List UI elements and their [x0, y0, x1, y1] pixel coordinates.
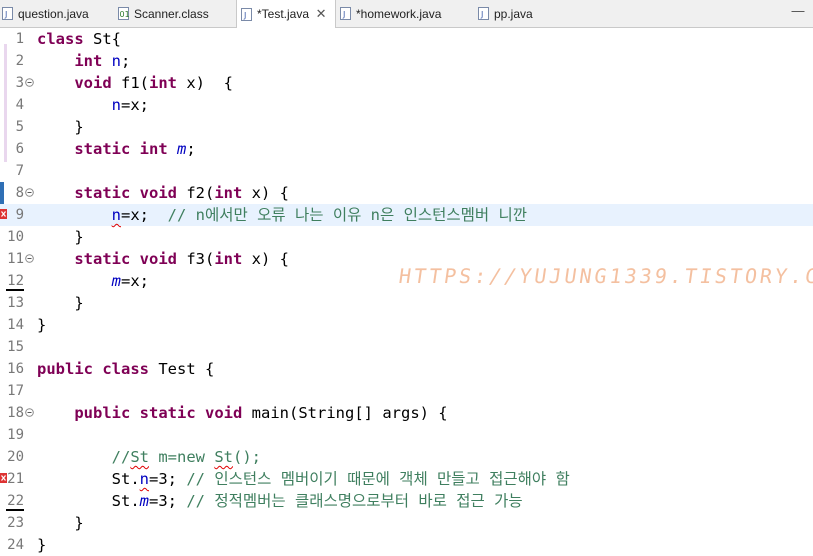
code-line-10: 10 } — [0, 226, 813, 248]
code-line-5: 5 } — [0, 116, 813, 138]
java-file-icon: J — [340, 7, 352, 20]
line-number: 7 — [15, 163, 24, 179]
svg-text:01: 01 — [120, 10, 130, 19]
tab-test-java[interactable]: J *Test.java ✕ — [236, 0, 336, 28]
class-file-icon: 01 — [118, 7, 130, 20]
code-line-22: 22 St.m=3; // 정적멤버는 클래스명으로부터 바로 접근 가능 — [0, 490, 813, 512]
tab-label: *Test.java — [257, 7, 310, 21]
code-line-16: 16 public class Test { — [0, 358, 813, 380]
code-line-19: 19 — [0, 424, 813, 446]
code-line-7: 7 — [0, 160, 813, 182]
fold-collapse-icon[interactable] — [25, 188, 34, 197]
line-number: 5 — [15, 119, 24, 135]
fold-collapse-icon[interactable] — [25, 78, 34, 87]
tab-label: Scanner.class — [134, 6, 209, 21]
code-editor[interactable]: 1 class St{ 2 int n; 3 void f1(int x) { … — [0, 28, 813, 556]
tab-homework-java[interactable]: J *homework.java — [340, 0, 470, 27]
svg-text:J: J — [4, 10, 7, 19]
line-number: 18 — [7, 405, 24, 421]
code-line-24: 24 } — [0, 534, 813, 556]
line-number-marker — [6, 509, 24, 511]
line-number: 19 — [7, 427, 24, 443]
code-line-21: 21 St.n=3; // 인스턴스 멤버이기 때문에 객체 만들고 접근해야 … — [0, 468, 813, 490]
line-number: 15 — [7, 339, 24, 355]
tab-label: *homework.java — [356, 6, 442, 21]
java-file-icon: J — [241, 7, 253, 21]
watermark-url: HTTPS://YUJUNG1339.TISTORY.COM/ — [397, 264, 813, 288]
svg-text:J: J — [342, 10, 345, 19]
line-number: 20 — [7, 449, 24, 465]
tab-scanner-class[interactable]: 01 Scanner.class — [118, 0, 230, 27]
java-file-icon: J — [2, 7, 14, 20]
line-number: 6 — [15, 141, 24, 157]
svg-text:J: J — [243, 11, 246, 20]
line-number: 10 — [7, 229, 24, 245]
code-line-6: 6 static int m; — [0, 138, 813, 160]
line-number: 3 — [15, 75, 24, 91]
code-line-2: 2 int n; — [0, 50, 813, 72]
line-number: 21 — [7, 471, 24, 487]
tab-label: pp.java — [494, 6, 533, 21]
line-number: 14 — [7, 317, 24, 333]
line-number: 4 — [15, 97, 24, 113]
editor-tab-bar: J question.java 01 Scanner.class J *Test… — [0, 0, 813, 28]
code-line-17: 17 — [0, 380, 813, 402]
java-file-icon: J — [478, 7, 490, 20]
tab-pp-java[interactable]: J pp.java — [478, 0, 558, 27]
code-line-20: 20 //St m=new St(); — [0, 446, 813, 468]
code-line-8: 8 static void f2(int x) { — [0, 182, 813, 204]
close-icon[interactable]: ✕ — [315, 6, 327, 22]
code-line-1: 1 class St{ — [0, 28, 813, 50]
code-line-14: 14 } — [0, 314, 813, 336]
code-line-3: 3 void f1(int x) { — [0, 72, 813, 94]
tab-label: question.java — [18, 6, 89, 21]
line-number: 2 — [15, 53, 24, 69]
line-number-marker — [6, 289, 24, 291]
line-number: 8 — [15, 185, 24, 201]
tab-question-java[interactable]: J question.java — [2, 0, 110, 27]
line-number: 9 — [15, 207, 24, 223]
line-number: 17 — [7, 383, 24, 399]
line-number: 16 — [7, 361, 24, 377]
svg-text:J: J — [480, 10, 483, 19]
line-number: 24 — [7, 537, 24, 553]
line-number: 23 — [7, 515, 24, 531]
code-line-4: 4 n=x; — [0, 94, 813, 116]
code-line-18: 18 public static void main(String[] args… — [0, 402, 813, 424]
fold-collapse-icon[interactable] — [25, 254, 34, 263]
code-line-15: 15 — [0, 336, 813, 358]
code-line-13: 13 } — [0, 292, 813, 314]
line-number: 1 — [15, 31, 24, 47]
code-line-9: 9 n=x; // n에서만 오류 나는 이유 n은 인스턴스멤버 니깐 — [0, 204, 813, 226]
line-number: 13 — [7, 295, 24, 311]
code-line-23: 23 } — [0, 512, 813, 534]
line-number: 11 — [7, 251, 24, 267]
fold-collapse-icon[interactable] — [25, 408, 34, 417]
minimize-icon[interactable]: — — [790, 0, 806, 27]
